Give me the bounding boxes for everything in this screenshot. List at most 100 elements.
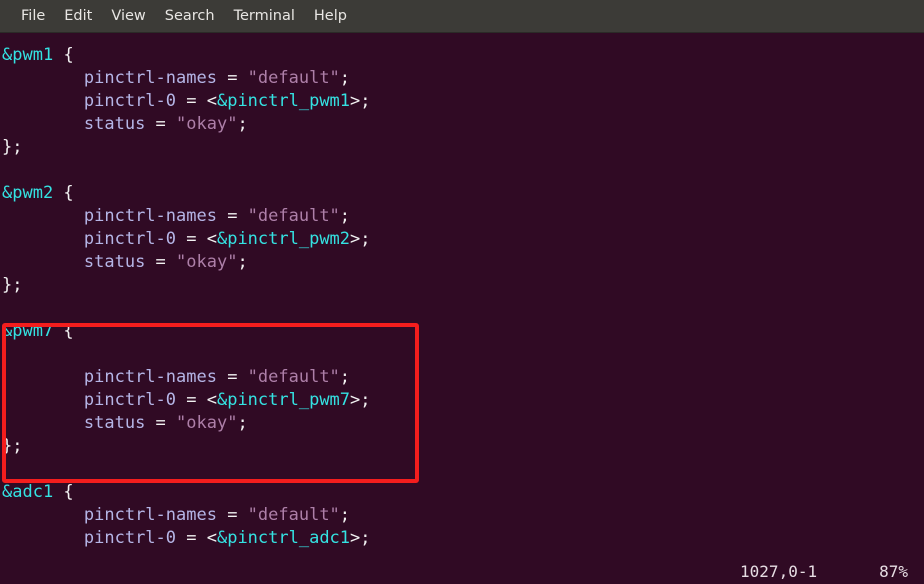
scroll-percent-indicator: 87% — [879, 561, 908, 581]
terminal-text-area[interactable]: &pwm1 { pinctrl-names = "default"; pinct… — [0, 33, 371, 550]
code-token-node: &pwm1 — [2, 45, 54, 65]
code-token-punct: ; — [237, 252, 248, 272]
code-token-punct: ; — [339, 505, 351, 525]
menu-item-view[interactable]: View — [102, 5, 154, 27]
code-token-str: "default" — [247, 505, 340, 525]
code-token-punct: >; — [350, 528, 371, 548]
code-token-punct: = < — [176, 390, 217, 410]
code-token-punct: }; — [2, 137, 23, 157]
code-token-str: "default" — [247, 68, 340, 88]
code-token-str: "default" — [247, 206, 340, 226]
code-line: status = "okay"; — [2, 412, 371, 435]
code-line: }; — [2, 274, 371, 297]
code-line: &pwm2 { — [2, 182, 371, 205]
code-token-prop: status — [83, 252, 146, 272]
menu-bar: File Edit View Search Terminal Help — [0, 0, 924, 33]
code-token-prop: status — [83, 114, 146, 134]
code-line: pinctrl-names = "default"; — [2, 366, 371, 389]
terminal-screen[interactable]: &pwm1 { pinctrl-names = "default"; pinct… — [0, 33, 924, 584]
menu-item-edit[interactable]: Edit — [55, 5, 101, 27]
code-token-str: "okay" — [176, 114, 238, 134]
code-line: }; — [2, 435, 371, 458]
code-token-punct: = < — [176, 528, 217, 548]
code-token-punct — [2, 252, 84, 272]
code-line: pinctrl-0 = <&pinctrl_pwm1>; — [2, 90, 371, 113]
code-line: &pwm7 { — [2, 320, 371, 343]
code-line: status = "okay"; — [2, 113, 371, 136]
code-token-punct: = < — [176, 229, 217, 249]
code-line: &adc1 { — [2, 481, 371, 504]
code-token-punct — [2, 114, 84, 134]
code-token-punct: = — [145, 114, 177, 134]
menu-item-search[interactable]: Search — [156, 5, 224, 27]
code-token-punct: >; — [350, 91, 371, 111]
code-token-punct: ; — [339, 367, 351, 387]
code-token-punct: ; — [339, 206, 351, 226]
code-token-punct: { — [53, 321, 74, 341]
code-token-punct: = — [145, 413, 177, 433]
code-token-punct — [2, 413, 84, 433]
code-token-punct — [2, 206, 84, 226]
code-token-punct: }; — [2, 436, 23, 456]
code-token-prop: pinctrl-names — [83, 68, 217, 88]
code-token-prop: pinctrl-names — [83, 206, 217, 226]
code-token-punct: = — [216, 505, 248, 525]
code-line: pinctrl-0 = <&pinctrl_adc1>; — [2, 527, 371, 550]
cursor-position-indicator: 1027,0-1 — [740, 561, 818, 581]
code-token-punct: ; — [339, 68, 351, 88]
code-token-node: &pwm7 — [2, 321, 54, 341]
code-token-prop: pinctrl-0 — [83, 91, 177, 111]
code-token-punct: { — [53, 482, 74, 502]
code-token-node: &pinctrl_pwm7 — [216, 390, 351, 410]
code-token-node: &adc1 — [2, 482, 54, 502]
code-line: pinctrl-0 = <&pinctrl_pwm2>; — [2, 228, 371, 251]
code-token-punct — [53, 45, 63, 65]
menu-item-terminal[interactable]: Terminal — [225, 5, 304, 27]
code-token-punct — [2, 91, 84, 111]
code-token-str: "okay" — [176, 413, 238, 433]
code-token-node: &pwm2 — [2, 183, 54, 203]
code-token-punct — [2, 229, 84, 249]
code-token-punct: ; — [237, 413, 248, 433]
menu-item-file[interactable]: File — [12, 5, 54, 27]
code-line: pinctrl-names = "default"; — [2, 504, 371, 527]
code-token-punct — [2, 367, 84, 387]
code-token-str: "okay" — [176, 252, 238, 272]
code-token-punct: }; — [2, 275, 23, 295]
code-token-punct: >; — [350, 229, 371, 249]
code-token-node: &pinctrl_pwm2 — [216, 229, 351, 249]
code-line: }; — [2, 136, 371, 159]
code-token-prop: pinctrl-names — [83, 367, 217, 387]
code-token-punct: { — [53, 183, 74, 203]
code-token-punct: = < — [176, 91, 217, 111]
editor-status-bar: 1027,0-1 87% — [0, 558, 924, 584]
menu-item-help[interactable]: Help — [305, 5, 356, 27]
code-token-prop: status — [83, 413, 146, 433]
code-token-punct — [2, 68, 84, 88]
code-token-punct: = — [216, 206, 248, 226]
code-token-punct: = — [216, 68, 248, 88]
code-token-punct — [2, 528, 84, 548]
code-token-prop: pinctrl-0 — [83, 390, 177, 410]
code-token-punct: ; — [237, 114, 248, 134]
code-token-str: "default" — [247, 367, 340, 387]
code-token-punct: = — [145, 252, 177, 272]
code-token-punct — [2, 505, 84, 525]
code-line: pinctrl-names = "default"; — [2, 205, 371, 228]
code-token-punct — [2, 390, 84, 410]
code-token-prop: pinctrl-0 — [83, 528, 177, 548]
code-token-prop: pinctrl-0 — [83, 229, 177, 249]
code-line: &pwm1 { — [2, 44, 371, 67]
code-token-node: &pinctrl_adc1 — [216, 528, 351, 548]
code-token-node: &pinctrl_pwm1 — [216, 91, 351, 111]
code-line: status = "okay"; — [2, 251, 371, 274]
code-token-punct: >; — [350, 390, 371, 410]
code-token-punct: { — [63, 45, 74, 65]
code-line: pinctrl-0 = <&pinctrl_pwm7>; — [2, 389, 371, 412]
code-token-prop: pinctrl-names — [83, 505, 217, 525]
code-line: pinctrl-names = "default"; — [2, 67, 371, 90]
